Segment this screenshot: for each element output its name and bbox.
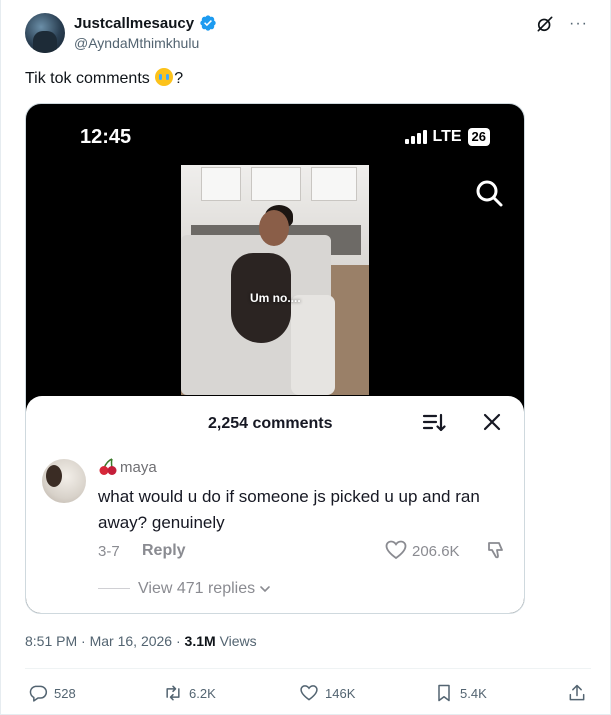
cherry-icon (99, 458, 117, 475)
commenter-avatar (42, 459, 86, 503)
signal-icon (404, 130, 427, 144)
video-caption: Um no.... (250, 291, 301, 305)
comments-sheet: 2,254 comments maya what would u do if s… (26, 396, 524, 613)
repost-button[interactable]: 6.2K (163, 683, 216, 703)
bookmark-button[interactable]: 5.4K (434, 683, 487, 703)
like-icon (300, 685, 318, 701)
dislike-icon (488, 542, 503, 559)
commenter-username: maya (120, 458, 157, 476)
meta-separator-2: · (175, 633, 181, 649)
tweet-meta: 8:51 PM · Mar 16, 2026 · 3.1M Views (25, 633, 257, 649)
grok-icon[interactable] (535, 14, 555, 34)
bookmark-icon (438, 684, 450, 702)
close-icon (483, 413, 501, 431)
repost-count: 6.2K (189, 685, 216, 701)
meta-separator: · (81, 633, 86, 649)
share-button[interactable] (567, 683, 587, 703)
reply-icon (29, 685, 48, 702)
reply-button[interactable]: 528 (28, 683, 76, 703)
status-bar-right: LTE 26 (404, 128, 490, 146)
view-replies: View 471 replies (138, 580, 271, 598)
more-icon[interactable]: ··· (569, 14, 588, 34)
view-replies-label: View 471 replies (138, 580, 256, 597)
network-label: LTE (432, 128, 462, 145)
like-count: 146K (325, 685, 356, 701)
like-button[interactable]: 146K (299, 683, 355, 703)
comment-date: 3-7 (98, 543, 120, 560)
comment-text: what would u do if someone js picked u u… (98, 487, 480, 532)
author-name-row: Justcallmesaucy (74, 14, 217, 32)
tweet-card: Justcallmesaucy @AyndaMthimkhulu ··· Tik… (0, 0, 611, 715)
tweet-media[interactable]: 12:45 LTE 26 Um no.... 2,254 comments ma… (25, 103, 525, 614)
comments-count: 2,254 comments (208, 415, 333, 432)
share-icon (569, 684, 585, 701)
actions-divider (25, 668, 591, 669)
action-bar: 528 6.2K 146K 5.4K (1, 680, 611, 708)
replies-divider (98, 588, 130, 589)
crying-face-icon (155, 68, 174, 86)
author-handle[interactable]: @AyndaMthimkhulu (74, 35, 199, 51)
author-display-name[interactable]: Justcallmesaucy (74, 15, 194, 32)
status-bar-time: 12:45 (80, 126, 132, 148)
search-icon (476, 180, 503, 207)
sort-icon (422, 413, 446, 432)
tweet-date[interactable]: Mar 16, 2026 (90, 633, 173, 649)
views-label: Views (219, 633, 257, 649)
tweet-top-actions: ··· (535, 14, 588, 34)
views-count: 3.1M (184, 633, 216, 649)
tweet-text-suffix: ? (174, 70, 184, 87)
tweet-time[interactable]: 8:51 PM (25, 633, 77, 649)
commenter-username-row: maya (98, 458, 157, 476)
reply-count: 528 (54, 685, 76, 701)
comment-reply-button: Reply (142, 542, 186, 559)
battery-badge: 26 (467, 128, 490, 146)
verified-badge-icon (200, 15, 216, 31)
video-frame: Um no.... (181, 165, 369, 395)
chevron-down-icon (260, 586, 270, 593)
tweet-text: Tik tok comments ? (25, 68, 183, 88)
heart-icon (385, 540, 407, 560)
bookmark-count: 5.4K (460, 685, 487, 701)
tweet-text-main: Tik tok comments (25, 70, 155, 87)
repost-icon (166, 685, 180, 701)
comment-likes: 206.6K (412, 543, 460, 560)
author-avatar[interactable] (25, 13, 65, 53)
